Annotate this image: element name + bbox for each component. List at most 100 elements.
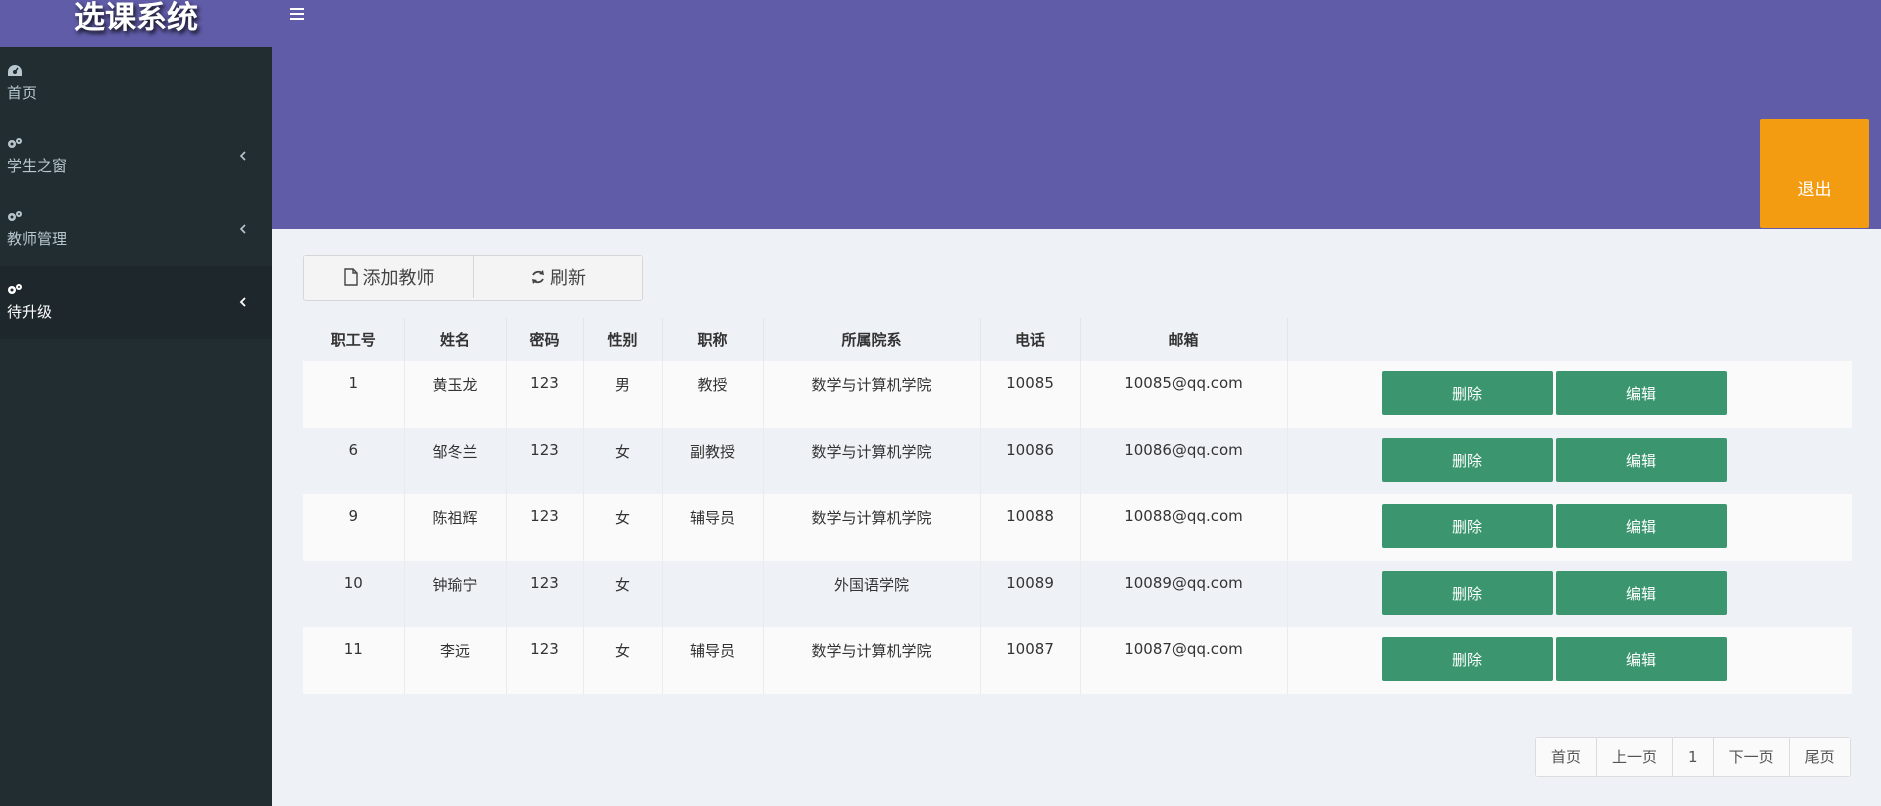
column-header: 邮箱: [1079, 318, 1287, 361]
cell-email: 10089@qq.com: [1079, 561, 1287, 627]
table-row: 6 邹冬兰 123 女 副教授 数学与计算机学院 10086 10086@qq.…: [303, 428, 1852, 494]
cell-id: 10: [303, 561, 404, 627]
cell-phone: 10089: [979, 561, 1080, 627]
cell-email: 10085@qq.com: [1079, 361, 1287, 428]
cell-actions: 删除 编辑: [1286, 627, 1852, 694]
toolbar: 添加教师 刷新: [303, 255, 643, 301]
cell-email: 10086@qq.com: [1079, 428, 1287, 494]
cell-id: 11: [303, 627, 404, 694]
cell-phone: 10087: [979, 627, 1080, 694]
column-header: 职称: [661, 318, 763, 361]
edit-button[interactable]: 编辑: [1555, 571, 1727, 615]
cell-actions: 删除 编辑: [1286, 494, 1852, 561]
cell-name: 陈祖辉: [403, 494, 506, 561]
cell-id: 1: [303, 361, 404, 428]
cell-title: [661, 561, 763, 627]
add-teacher-label: 添加教师: [362, 268, 435, 289]
page-last-button[interactable]: 尾页: [1788, 738, 1850, 776]
cell-gender: 女: [582, 428, 662, 494]
cell-dept: 数学与计算机学院: [762, 428, 980, 494]
delete-button[interactable]: 删除: [1381, 438, 1553, 482]
column-header: 姓名: [403, 318, 506, 361]
edit-button[interactable]: 编辑: [1555, 371, 1727, 415]
column-header: 职工号: [303, 318, 404, 361]
gears-icon: [8, 284, 22, 294]
app-logo: 选课系统: [0, 0, 272, 47]
table-row: 9 陈祖辉 123 女 辅导员 数学与计算机学院 10088 10088@qq.…: [303, 494, 1852, 561]
table-header-row: 职工号 姓名 密码 性别 职称 所属院系 电话 邮箱: [303, 318, 1852, 361]
cell-title: 辅导员: [661, 494, 763, 561]
delete-button[interactable]: 删除: [1381, 504, 1553, 548]
cell-title: 副教授: [661, 428, 763, 494]
cell-gender: 女: [582, 494, 662, 561]
page-number-button[interactable]: 1: [1672, 738, 1713, 776]
column-header: 所属院系: [762, 318, 980, 361]
cell-actions: 删除 编辑: [1286, 361, 1852, 428]
cell-password: 123: [505, 428, 583, 494]
chevron-left-icon: [239, 151, 246, 161]
sidebar: 选课系统 首页 学生之窗 教师管理 待升级: [0, 0, 272, 806]
refresh-button[interactable]: 刷新: [473, 256, 642, 298]
cell-email: 10088@qq.com: [1079, 494, 1287, 561]
table-row: 11 李远 123 女 辅导员 数学与计算机学院 10087 10087@qq.…: [303, 627, 1852, 694]
page-first-button[interactable]: 首页: [1536, 738, 1597, 776]
cell-dept: 数学与计算机学院: [762, 361, 980, 428]
logout-button[interactable]: 退出: [1760, 119, 1869, 228]
cell-password: 123: [505, 494, 583, 561]
column-header: 电话: [979, 318, 1080, 361]
table-row: 1 黄玉龙 123 男 教授 数学与计算机学院 10085 10085@qq.c…: [303, 361, 1852, 428]
cell-actions: 删除 编辑: [1286, 561, 1852, 627]
cell-name: 李远: [403, 627, 506, 694]
column-header: 密码: [505, 318, 583, 361]
cell-dept: 数学与计算机学院: [762, 494, 980, 561]
sidebar-item-label: 教师管理: [7, 230, 68, 248]
menu-toggle-icon[interactable]: [290, 8, 304, 20]
refresh-label: 刷新: [550, 268, 586, 289]
column-header: [1286, 318, 1852, 361]
column-header: 性别: [582, 318, 662, 361]
app-title: 选课系统: [74, 0, 198, 36]
cell-gender: 女: [582, 561, 662, 627]
sidebar-item-label: 学生之窗: [7, 157, 68, 175]
cell-email: 10087@qq.com: [1079, 627, 1287, 694]
cell-name: 钟瑜宁: [403, 561, 506, 627]
page-next-button[interactable]: 下一页: [1712, 738, 1789, 776]
cell-actions: 删除 编辑: [1286, 428, 1852, 494]
cell-password: 123: [505, 627, 583, 694]
edit-button[interactable]: 编辑: [1555, 637, 1727, 681]
gears-icon: [8, 211, 22, 221]
page-prev-button[interactable]: 上一页: [1596, 738, 1673, 776]
sidebar-item-pending-upgrade[interactable]: 待升级: [0, 266, 272, 339]
dashboard-icon: [8, 65, 22, 76]
sidebar-item-label: 首页: [7, 84, 38, 102]
sidebar-item-home[interactable]: 首页: [0, 47, 272, 120]
add-teacher-button[interactable]: 添加教师: [304, 256, 473, 298]
chevron-left-icon: [239, 297, 246, 307]
cell-id: 9: [303, 494, 404, 561]
cell-phone: 10088: [979, 494, 1080, 561]
cell-gender: 女: [582, 627, 662, 694]
sidebar-item-student-window[interactable]: 学生之窗: [0, 120, 272, 193]
delete-button[interactable]: 删除: [1381, 637, 1553, 681]
gears-icon: [8, 138, 22, 148]
cell-password: 123: [505, 561, 583, 627]
delete-button[interactable]: 删除: [1381, 571, 1553, 615]
sidebar-item-teacher-management[interactable]: 教师管理: [0, 193, 272, 266]
refresh-icon: [532, 270, 544, 284]
edit-button[interactable]: 编辑: [1555, 504, 1727, 548]
cell-title: 辅导员: [661, 627, 763, 694]
table-row: 10 钟瑜宁 123 女 外国语学院 10089 10089@qq.com 删除…: [303, 561, 1852, 627]
file-icon: [343, 268, 358, 286]
cell-phone: 10085: [979, 361, 1080, 428]
sidebar-item-label: 待升级: [7, 303, 53, 321]
pagination: 首页 上一页 1 下一页 尾页: [1535, 737, 1851, 777]
edit-button[interactable]: 编辑: [1555, 438, 1727, 482]
cell-dept: 数学与计算机学院: [762, 627, 980, 694]
top-header: [272, 0, 1881, 229]
delete-button[interactable]: 删除: [1381, 371, 1553, 415]
chevron-left-icon: [239, 224, 246, 234]
cell-title: 教授: [661, 361, 763, 428]
cell-name: 黄玉龙: [403, 361, 506, 428]
cell-dept: 外国语学院: [762, 561, 980, 627]
cell-password: 123: [505, 361, 583, 428]
